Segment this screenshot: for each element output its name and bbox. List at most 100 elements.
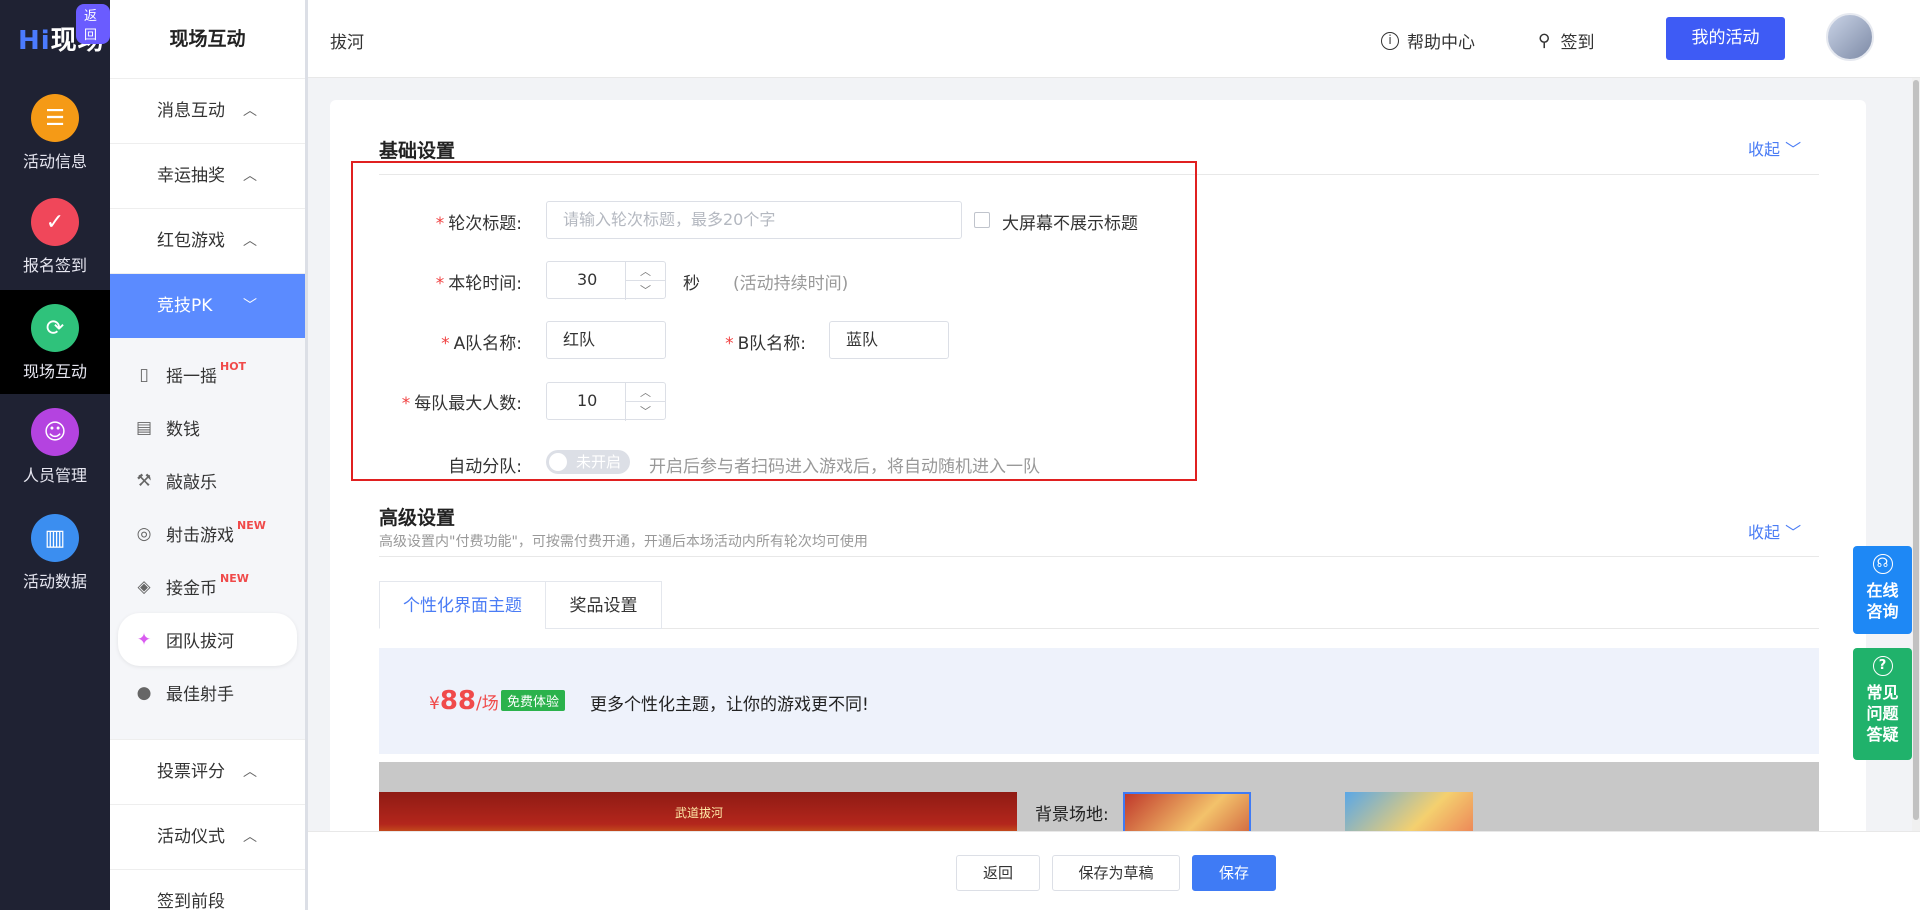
sidebar-cat-ceremony[interactable]: 活动仪式 ︿ xyxy=(110,804,305,869)
hide-title-label: 大屏幕不展示标题 xyxy=(1002,214,1138,234)
stepper-down-icon[interactable]: ﹀ xyxy=(626,281,665,300)
basic-collapse-toggle[interactable]: 收起 ﹀ xyxy=(1748,136,1801,160)
online-consult-button[interactable]: ☊ 在线 咨询 xyxy=(1853,546,1912,634)
chevron-down-icon: ﹀ xyxy=(1785,523,1802,542)
headset-icon: ☊ xyxy=(1872,554,1893,574)
phone-shake-icon: ▯ xyxy=(139,364,149,385)
auto-team-toggle[interactable]: 未开启 xyxy=(546,450,630,474)
new-badge: NEW xyxy=(220,572,249,585)
faq-button[interactable]: ? 常见 问题 答疑 xyxy=(1853,648,1912,760)
round-time-stepper[interactable]: 30 ︿ ﹀ xyxy=(546,261,666,300)
rail-item-signup[interactable]: ✓ 报名签到 xyxy=(0,184,110,288)
sub-item-shake[interactable]: ▯ 摇一摇 HOT xyxy=(110,348,305,401)
stepper-up-icon[interactable]: ︿ xyxy=(626,383,665,402)
sub-sidebar: 现场互动 消息互动 ︿ 幸运抽奖 ︿ 红包游戏 ︿ 竞技PK ﹀ ▯ 摇一摇 HOT ▤ … xyxy=(110,0,308,910)
tab-prizes[interactable]: 奖品设置 xyxy=(545,581,662,629)
back-badge[interactable]: 返回 xyxy=(76,4,110,44)
action-footer: 返回 保存为草稿 保存 xyxy=(308,831,1920,910)
sidebar-cat-message[interactable]: 消息互动 ︿ xyxy=(110,78,305,143)
promo-text: 更多个性化主题，让你的游戏更不同! xyxy=(590,695,869,715)
auto-team-hint: 开启后参与者扫码进入游戏后，将自动随机进入一队 xyxy=(649,457,1040,477)
auto-team-label: 自动分队: xyxy=(448,457,522,477)
sub-item-shooting[interactable]: ◎ 射击游戏 NEW xyxy=(110,507,305,560)
background-label: 背景场地: xyxy=(1035,805,1109,825)
stepper-up-icon[interactable]: ︿ xyxy=(626,262,665,281)
scrollbar-thumb[interactable] xyxy=(1913,80,1919,820)
max-members-stepper[interactable]: 10 ︿ ﹀ xyxy=(546,382,666,421)
stepper-down-icon[interactable]: ﹀ xyxy=(626,402,665,421)
sub-item-money[interactable]: ▤ 数钱 xyxy=(110,401,305,454)
chevron-down-icon: ﹀ xyxy=(1785,140,1802,159)
divider xyxy=(662,628,1819,629)
team-b-label: * B队名称: xyxy=(725,334,806,354)
max-members-label: * 每队最大人数: xyxy=(401,394,522,414)
sub-item-best-shooter[interactable]: ● 最佳射手 xyxy=(110,666,305,719)
round-time-label: * 本轮时间: xyxy=(435,274,522,294)
info-icon: i xyxy=(1381,31,1399,50)
round-title-label: * 轮次标题: xyxy=(435,214,522,234)
new-badge: NEW xyxy=(237,519,266,532)
avatar[interactable] xyxy=(1826,13,1874,61)
money-icon: ▤ xyxy=(135,417,153,438)
basic-settings-title: 基础设置 xyxy=(379,140,456,162)
chevron-down-icon: ﹀ xyxy=(243,298,257,314)
hide-title-checkbox[interactable] xyxy=(974,212,990,228)
rail-item-activity-info[interactable]: ☰ 活动信息 xyxy=(0,80,110,184)
interaction-icon: ⟳ xyxy=(31,304,79,352)
theme-price: ¥88/场 xyxy=(429,686,499,716)
chevron-up-icon: ︿ xyxy=(243,103,257,119)
hot-badge: HOT xyxy=(220,360,247,373)
advanced-settings-title: 高级设置 xyxy=(379,507,456,529)
free-trial-badge[interactable]: 免费体验 xyxy=(501,690,566,711)
chevron-up-icon: ︿ xyxy=(243,829,257,845)
sub-item-knock[interactable]: ⚒ 敲敲乐 xyxy=(110,454,305,507)
sidebar-cat-redpacket[interactable]: 红包游戏 ︿ xyxy=(110,208,305,273)
chevron-up-icon: ︿ xyxy=(243,168,257,184)
rail-item-people[interactable]: ☺ 人员管理 xyxy=(0,394,110,498)
ball-icon: ● xyxy=(136,682,152,703)
round-time-unit: 秒 xyxy=(683,274,700,294)
rail-item-interaction[interactable]: ⟳ 现场互动 xyxy=(0,290,110,394)
team-b-input[interactable]: 蓝队 xyxy=(829,321,949,359)
calendar-check-icon: ✓ xyxy=(31,198,79,246)
theme-promo-banner: ¥88/场 免费体验 更多个性化主题，让你的游戏更不同! xyxy=(379,648,1819,754)
breadcrumb: 拔河 xyxy=(330,33,364,53)
chevron-up-icon: ︿ xyxy=(243,233,257,249)
tug-of-war-icon: ✦ xyxy=(136,629,152,650)
sub-item-coins[interactable]: ◈ 接金币 NEW xyxy=(110,560,305,613)
team-a-label: * A队名称: xyxy=(441,334,522,354)
save-button[interactable]: 保存 xyxy=(1192,855,1276,891)
stepper-controls: ︿ ﹀ xyxy=(625,262,665,300)
sidebar-cat-more[interactable]: 签到前段 xyxy=(110,869,305,910)
app-rail: Hi现场 返回 ☰ 活动信息 ✓ 报名签到 ⟳ 现场互动 ☺ 人员管理 ▥ 活动… xyxy=(0,0,110,910)
sidebar-cat-pk[interactable]: 竞技PK ﹀ xyxy=(110,273,305,338)
divider xyxy=(379,556,1819,557)
round-title-input[interactable]: 请输入轮次标题，最多20个字 xyxy=(546,201,962,239)
advanced-subtitle: 高级设置内"付费功能"，可按需付费开通，开通后本场活动内所有轮次均可使用 xyxy=(379,534,868,550)
question-icon: ? xyxy=(1872,656,1893,676)
save-draft-button[interactable]: 保存为草稿 xyxy=(1052,855,1180,891)
target-icon: ◎ xyxy=(136,523,152,544)
advanced-collapse-toggle[interactable]: 收起 ﹀ xyxy=(1748,519,1801,543)
help-center-link[interactable]: i 帮助中心 xyxy=(1381,28,1475,53)
my-activity-button[interactable]: 我的活动 xyxy=(1666,17,1785,60)
sidebar-cat-lottery[interactable]: 幸运抽奖 ︿ xyxy=(110,143,305,208)
coin-stack-icon: ◈ xyxy=(137,576,151,597)
tab-theme[interactable]: 个性化界面主题 xyxy=(379,581,546,629)
stepper-controls: ︿ ﹀ xyxy=(625,383,665,421)
sidebar-cat-vote[interactable]: 投票评分 ︿ xyxy=(110,739,305,804)
rail-item-data[interactable]: ▥ 活动数据 xyxy=(0,500,110,604)
sidebar-title: 现场互动 xyxy=(169,28,246,50)
person-card-icon: ☺ xyxy=(31,408,79,456)
hammer-icon: ⚒ xyxy=(136,470,152,491)
page-scrollbar[interactable] xyxy=(1912,78,1920,831)
location-pin-icon: ⚲ xyxy=(1538,30,1551,51)
checkin-link[interactable]: ⚲ 签到 xyxy=(1538,28,1594,54)
document-icon: ☰ xyxy=(31,94,79,142)
bar-chart-icon: ▥ xyxy=(31,514,79,562)
pk-sub-list: ▯ 摇一摇 HOT ▤ 数钱 ⚒ 敲敲乐 ◎ 射击游戏 NEW ◈ 接金币 NEW ✦… xyxy=(110,338,305,739)
round-time-hint: (活动持续时间) xyxy=(733,274,849,294)
sub-item-tug-of-war[interactable]: ✦ 团队拔河 xyxy=(118,613,297,666)
back-button[interactable]: 返回 xyxy=(956,855,1040,891)
chevron-up-icon: ︿ xyxy=(243,764,257,780)
